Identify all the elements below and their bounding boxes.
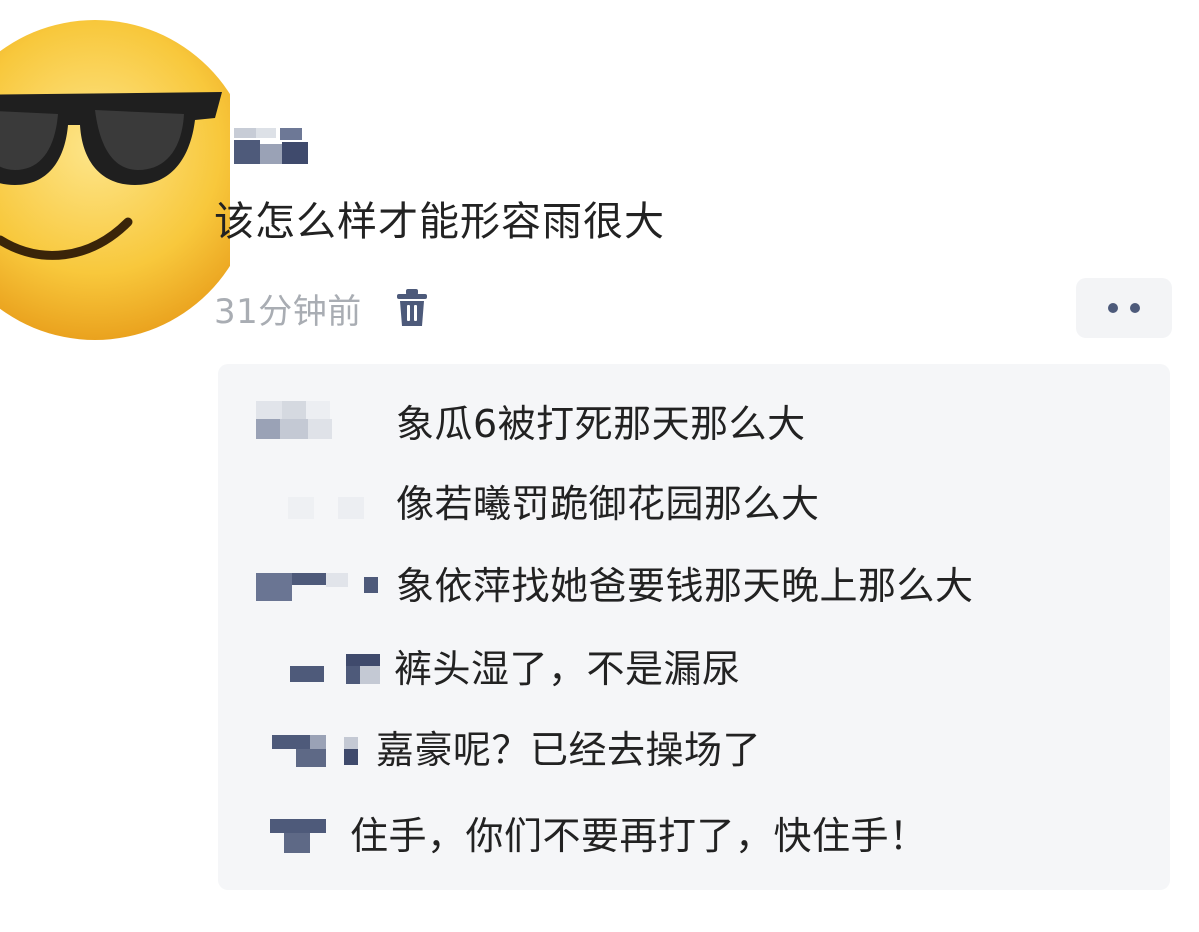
reply-item[interactable]: 住手，你们不要再打了，快住手！ — [218, 801, 1170, 871]
sunglasses-emoji-icon — [0, 20, 255, 340]
post-text: 该怎么样才能形容雨很大 — [214, 199, 665, 245]
reply-item[interactable]: 象依萍找她爸要钱那天晚上那么大 — [218, 551, 1170, 621]
reply-item[interactable]: 嘉豪呢？已经去操场了 — [218, 715, 1170, 785]
reply-text: 住手，你们不要再打了，快住手！ — [350, 814, 928, 858]
reply-text: 像若曦罚跪御花园那么大 — [396, 482, 820, 526]
reply-username-obscured[interactable] — [256, 563, 386, 609]
timestamp: 31分钟前 — [214, 291, 362, 332]
reply-item[interactable]: 象瓜6被打死那天那么大 — [218, 389, 1170, 459]
reply-username-obscured[interactable] — [272, 727, 382, 773]
reply-username-obscured[interactable] — [290, 646, 386, 692]
reply-text: 裤头湿了，不是漏尿 — [394, 647, 741, 691]
avatar[interactable] — [0, 10, 255, 340]
comment-page: 该怎么样才能形容雨很大 31分钟前 象瓜6被打死那天那么大 像若曦罚跪御花园那么… — [0, 0, 1199, 932]
username-obscured[interactable] — [234, 128, 310, 166]
reply-text: 象瓜6被打死那天那么大 — [396, 402, 806, 446]
reply-item[interactable]: 像若曦罚跪御花园那么大 — [218, 469, 1170, 539]
replies-panel: 象瓜6被打死那天那么大 像若曦罚跪御花园那么大 象依萍找她爸要钱那天晚上那么大 — [218, 364, 1170, 890]
reply-username-obscured[interactable] — [270, 813, 330, 859]
post-meta: 31分钟前 — [214, 283, 428, 333]
trash-icon[interactable] — [396, 288, 428, 328]
more-dots-icon — [1130, 303, 1140, 313]
reply-username-obscured[interactable] — [288, 481, 368, 527]
reply-username-obscured[interactable] — [256, 401, 336, 447]
more-dots-icon — [1108, 303, 1118, 313]
reply-text: 嘉豪呢？已经去操场了 — [376, 728, 762, 772]
more-button[interactable] — [1076, 278, 1172, 338]
reply-text: 象依萍找她爸要钱那天晚上那么大 — [396, 564, 974, 608]
reply-item[interactable]: 裤头湿了，不是漏尿 — [218, 634, 1170, 704]
